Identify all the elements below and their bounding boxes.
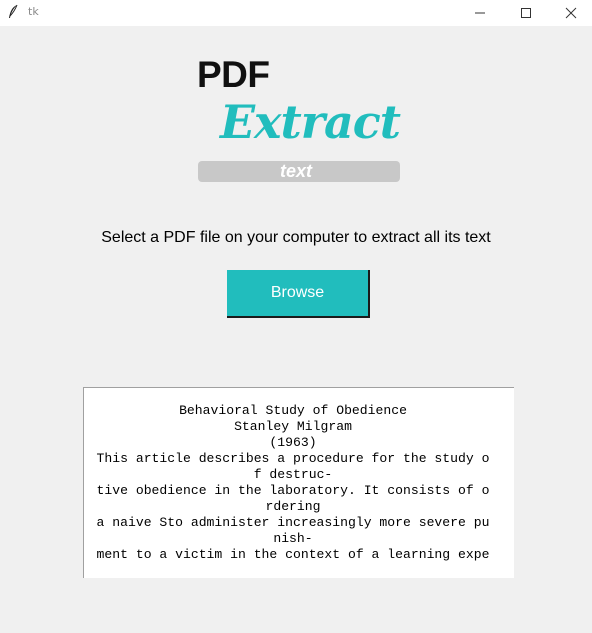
maximize-icon [521,8,531,18]
logo-text-bar: text [198,161,400,182]
app-window: tk PDF Extract text Select a PDF file on… [0,0,592,633]
logo-extract-text: Extract [220,95,401,149]
text-line: rdering [265,499,321,514]
close-button[interactable] [548,0,592,26]
feather-icon [9,4,18,18]
text-line: (1963) [269,435,317,450]
text-line: Behavioral Study of Obedience [179,403,407,418]
close-icon [565,7,577,19]
text-line: nish- [273,531,313,546]
maximize-button[interactable] [503,0,549,26]
text-line: Stanley Milgram [234,419,352,434]
browse-button[interactable]: Browse [227,270,370,318]
text-line: This article describes a procedure for t… [96,451,490,466]
pdf-extract-logo: PDF Extract text [196,54,402,184]
extracted-text-box[interactable]: Behavioral Study of Obedience Stanley Mi… [83,387,514,578]
text-line: f destruc- [253,467,333,482]
text-line: tive obedience in the laboratory. It con… [96,483,490,498]
instruction-label: Select a PDF file on your computer to ex… [101,229,491,246]
logo-pdf-text: PDF [197,54,270,95]
title-bar[interactable]: tk [0,0,592,26]
text-line: ment to a victim in the context of a lea… [96,547,490,562]
window-title: tk [28,5,39,18]
logo-text-label: text [280,161,313,181]
extracted-text-lines: Behavioral Study of Obedience Stanley Mi… [84,403,498,563]
text-line: a naive Sto administer increasingly more… [96,515,490,530]
minimize-button[interactable] [457,0,503,26]
minimize-icon [475,12,485,14]
